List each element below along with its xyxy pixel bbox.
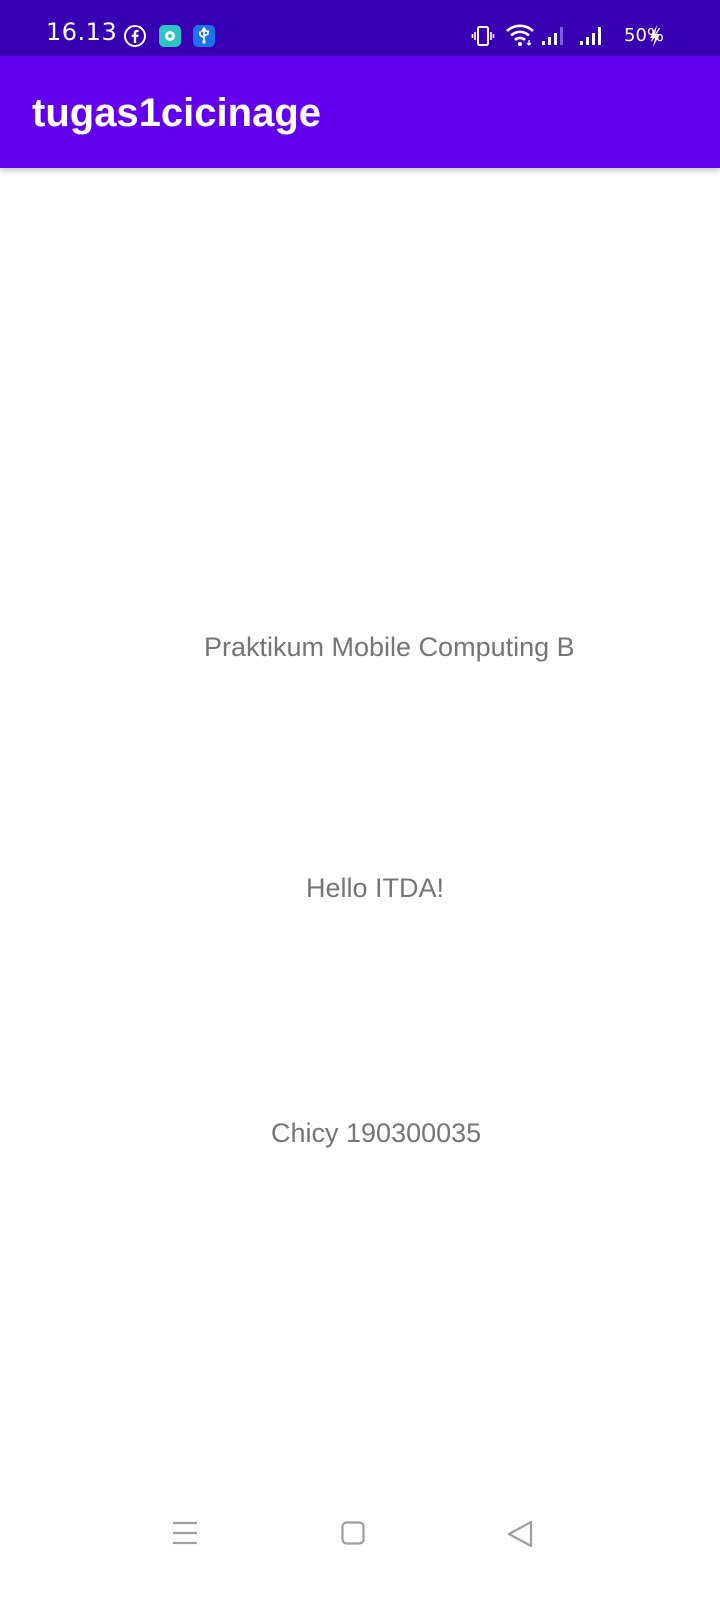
signal-icon	[540, 24, 568, 52]
charging-icon	[648, 24, 662, 52]
app-title: tugas1cicinage	[32, 91, 322, 135]
home-icon[interactable]	[341, 1520, 365, 1550]
facebook-icon	[123, 24, 147, 48]
vibrate-icon	[471, 24, 495, 52]
menu-icon[interactable]	[172, 1520, 198, 1550]
app-notification-icon	[158, 24, 182, 48]
student-label: Chicy 190300035	[271, 1118, 482, 1148]
wifi-icon	[505, 22, 535, 52]
back-icon[interactable]	[506, 1520, 534, 1552]
greeting-label: Hello ITDA!	[306, 873, 445, 903]
app-bar: tugas1cicinage	[0, 56, 720, 168]
status-bar: 16.13 50%	[0, 0, 720, 56]
usb-icon	[192, 24, 216, 48]
status-time: 16.13	[46, 18, 118, 46]
signal-icon	[578, 24, 606, 52]
navigation-bar	[0, 1520, 720, 1600]
course-label: Praktikum Mobile Computing B	[204, 632, 575, 662]
